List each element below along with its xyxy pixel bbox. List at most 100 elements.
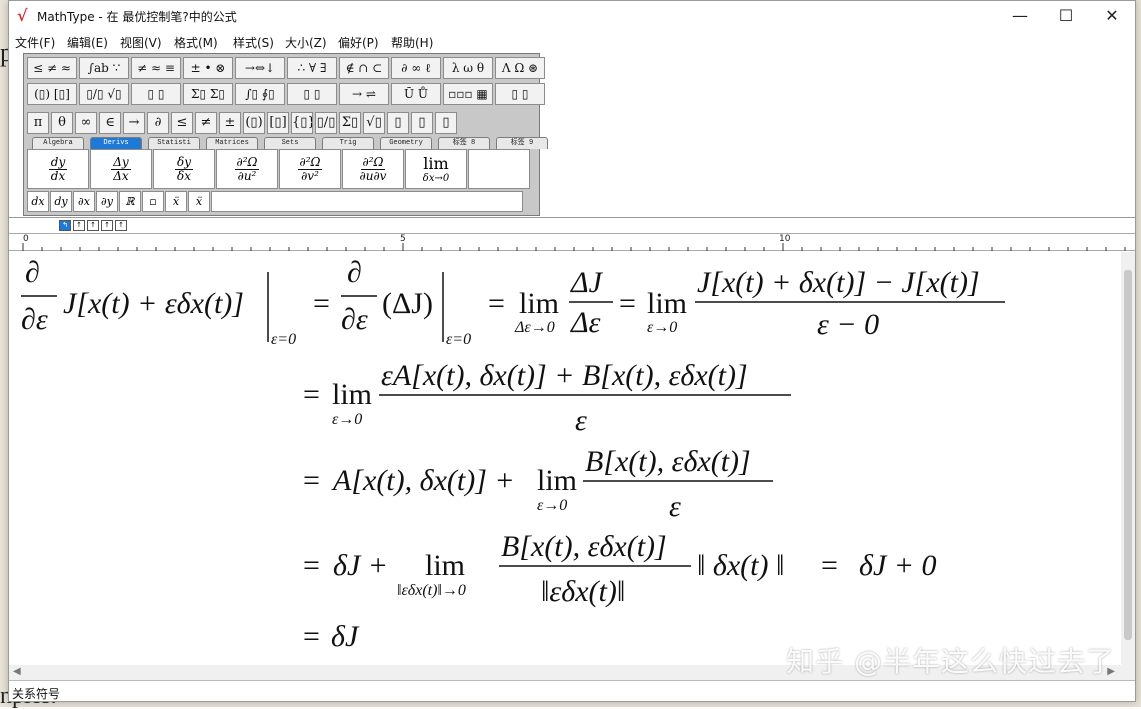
misc-palette-button[interactable]: ∂ ∞ ℓ: [391, 57, 441, 79]
eq1-lhs-functional: J[x(t) + εδx(t)]: [63, 287, 244, 320]
scroll-left-arrow-icon[interactable]: ◀: [13, 666, 21, 677]
subscript-palette-button[interactable]: ▯ ▯: [131, 83, 181, 105]
small-templates-empty: [211, 191, 523, 212]
tab-algebra[interactable]: Algebra: [32, 137, 84, 149]
limit-template-button[interactable]: lim δx→0: [405, 149, 467, 189]
tab-label-9[interactable]: 标签 9: [496, 137, 548, 149]
sqrt-button[interactable]: √▯: [363, 112, 385, 134]
labeled-arrows-palette-button[interactable]: → ⇌: [339, 83, 389, 105]
menu-size[interactable]: 大小(Z): [285, 34, 327, 51]
eq4-result: δJ + 0: [859, 549, 937, 582]
tab-geometry[interactable]: Geometry: [380, 137, 432, 149]
placeholder-button[interactable]: ▫: [142, 191, 164, 212]
arrows-palette-button[interactable]: →⇔↓: [235, 57, 285, 79]
tab-matrices[interactable]: Matrices: [206, 137, 258, 149]
tab-sets[interactable]: Sets: [264, 137, 316, 149]
variation-template-button[interactable]: δy δx: [153, 149, 215, 189]
operators-palette-button[interactable]: ± • ⊗: [183, 57, 233, 79]
menu-style[interactable]: 样式(S): [233, 34, 274, 51]
braces-button[interactable]: {▯}: [291, 112, 313, 134]
delta-y-delta-x-template-button[interactable]: Δy Δx: [90, 149, 152, 189]
superscript-button[interactable]: ▯: [387, 112, 409, 134]
brackets-button[interactable]: [▯]: [267, 112, 289, 134]
pi-button[interactable]: π: [27, 112, 49, 134]
sum-button[interactable]: Σ▯: [339, 112, 361, 134]
sets-palette-button[interactable]: ∉ ∩ ⊂: [339, 57, 389, 79]
embellishments-palette-button[interactable]: ≠ ≈ ≡: [131, 57, 181, 79]
matrix-palette-button[interactable]: ▫▫▫ ▦: [443, 83, 493, 105]
menu-file[interactable]: 文件(F): [15, 34, 55, 51]
subsup-button[interactable]: ▯: [435, 112, 457, 134]
mini-tab-4[interactable]: ↑: [101, 220, 113, 231]
dy-button[interactable]: dy: [50, 191, 72, 212]
eq1-equals: =: [313, 287, 330, 320]
bars-palette-button[interactable]: ▯ ▯: [287, 83, 337, 105]
equation-editor-area[interactable]: ∂ ∂ε J[x(t) + εδx(t)] ε=0 = ∂ ∂ε (ΔJ) ε=…: [9, 252, 1121, 665]
mini-tab-5[interactable]: ↑: [115, 220, 127, 231]
partial-x-button[interactable]: ∂x: [73, 191, 95, 212]
integral-palette-button[interactable]: ∫▯ ∮▯: [235, 83, 285, 105]
mixed-partial-template-button[interactable]: ∂²Ω ∂u∂v: [342, 149, 404, 189]
menu-format[interactable]: 格式(M): [174, 34, 218, 51]
template-numerator: dy: [48, 154, 68, 170]
fraction-button[interactable]: ▯/▯: [315, 112, 337, 134]
logic-palette-button[interactable]: ∴ ∀ ∃: [287, 57, 337, 79]
eq4-equals: =: [303, 549, 320, 582]
plus-minus-button[interactable]: ±: [219, 112, 241, 134]
spaces-palette-button[interactable]: ∫ab ∵: [79, 57, 129, 79]
dx-button[interactable]: dx: [27, 191, 49, 212]
eq1-frac2-den: ε − 0: [817, 308, 879, 341]
menu-view[interactable]: 视图(V): [120, 34, 162, 51]
products-palette-button[interactable]: Ū Ů: [391, 83, 441, 105]
tab-label-8[interactable]: 标签 8: [438, 137, 490, 149]
real-numbers-button[interactable]: ℝ: [119, 191, 141, 212]
vertical-scroll-thumb[interactable]: [1124, 270, 1132, 640]
eq1-lim-sub: Δε→0: [514, 319, 555, 336]
mathtype-logo-icon: √: [17, 6, 28, 25]
mini-tab-3[interactable]: ↑: [87, 220, 99, 231]
element-of-button[interactable]: ∈: [99, 112, 121, 134]
dy-dx-template-button[interactable]: dy dx: [27, 149, 89, 189]
boxes-palette-button[interactable]: ▯ ▯: [495, 83, 545, 105]
greek-lower-palette-button[interactable]: λ ω θ: [443, 57, 493, 79]
double-dot-x2-button[interactable]: ẍ: [188, 191, 210, 212]
template-numerator: Δy: [111, 154, 131, 170]
mini-toolbar: ↰ ↑ ↑ ↑ ↑: [59, 220, 127, 231]
eq1-partial2-den: ∂ε: [341, 303, 368, 336]
tab-trig[interactable]: Trig: [322, 137, 374, 149]
fences-palette-button[interactable]: (▯) [▯]: [27, 83, 77, 105]
menu-help[interactable]: 帮助(H): [391, 34, 433, 51]
eq1-delta-j: (ΔJ): [382, 287, 433, 320]
second-partial-u-template-button[interactable]: ∂²Ω ∂u²: [216, 149, 278, 189]
partial-button[interactable]: ∂: [147, 112, 169, 134]
summation-palette-button[interactable]: Σ▯ Σ▯: [183, 83, 233, 105]
arrow-button[interactable]: →: [123, 112, 145, 134]
close-button[interactable]: ✕: [1089, 1, 1135, 31]
partial-y-button[interactable]: ∂y: [96, 191, 118, 212]
vertical-scrollbar[interactable]: [1121, 252, 1135, 665]
limit-label: lim: [423, 154, 449, 173]
menu-preferences[interactable]: 偏好(P): [338, 34, 379, 51]
eq1-partial-num: ∂: [25, 256, 40, 289]
mini-tab-1[interactable]: ↰: [59, 220, 71, 231]
tab-statistics[interactable]: Statisti: [148, 137, 200, 149]
maximize-button[interactable]: ☐: [1043, 1, 1089, 31]
theta-button[interactable]: θ: [51, 112, 73, 134]
subscript-button[interactable]: ▯: [411, 112, 433, 134]
palette-row-1: ≤ ≠ ≈ ∫ab ∵ ≠ ≈ ≡ ± • ⊗ →⇔↓ ∴ ∀ ∃ ∉ ∩ ⊂ …: [27, 57, 545, 79]
second-partial-v-template-button[interactable]: ∂²Ω ∂v²: [279, 149, 341, 189]
relations-palette-button[interactable]: ≤ ≠ ≈: [27, 57, 77, 79]
eq4-lim-sub: ‖εδx(t)‖→0: [397, 582, 466, 599]
minimize-button[interactable]: —: [997, 1, 1043, 31]
double-dot-x-button[interactable]: ẍ: [165, 191, 187, 212]
parentheses-button[interactable]: (▯): [243, 112, 265, 134]
leq-button[interactable]: ≤: [171, 112, 193, 134]
neq-button[interactable]: ≠: [195, 112, 217, 134]
infinity-button[interactable]: ∞: [75, 112, 97, 134]
fraction-radical-palette-button[interactable]: ▯/▯ √▯: [79, 83, 129, 105]
mini-tab-2[interactable]: ↑: [73, 220, 85, 231]
menu-edit[interactable]: 编辑(E): [67, 34, 108, 51]
tab-derivs[interactable]: Derivs: [90, 137, 142, 149]
greek-upper-palette-button[interactable]: Λ Ω ⊛: [495, 57, 545, 79]
eq1-equals-3: =: [619, 287, 636, 320]
